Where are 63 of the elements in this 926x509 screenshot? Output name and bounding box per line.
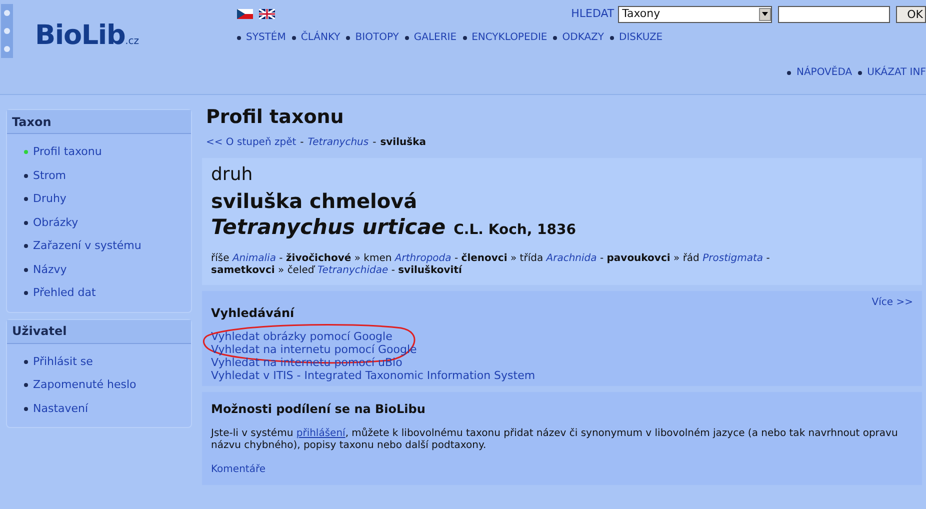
bullet-icon bbox=[237, 36, 241, 40]
author: C.L. Koch, 1836 bbox=[454, 220, 576, 240]
category-select[interactable]: Taxony bbox=[618, 6, 772, 22]
bullet-icon bbox=[553, 36, 558, 40]
taxon-link[interactable]: Tetranychidae bbox=[317, 264, 388, 276]
british-flag-icon[interactable] bbox=[259, 9, 275, 19]
nav-link[interactable]: UKÁZAT INF bbox=[867, 65, 926, 80]
nav-link[interactable]: DISKUZE bbox=[619, 30, 663, 45]
nav-link[interactable]: ČLÁNKY bbox=[300, 30, 340, 45]
share-text: Jste-li v systému přihlášení, můžete k libovolnému taxonu přidat název či synonymum v libovolném jazyce (a nebo tak navrhnout opravu názvu chybného), popisy taxonu nebo další podtaxony. bbox=[211, 428, 899, 452]
bullet-icon bbox=[404, 36, 409, 40]
more-link[interactable]: Více >> bbox=[872, 294, 913, 322]
taxon-link[interactable]: Prostigmata bbox=[702, 252, 764, 264]
comments-link[interactable]: Komentáře bbox=[211, 462, 266, 476]
sidebar-link[interactable]: Zapomenuté heslo bbox=[33, 377, 136, 394]
taxon-link[interactable]: Arachnida bbox=[546, 252, 597, 264]
panel-title: Vyhledávání bbox=[211, 304, 294, 322]
bullet-icon bbox=[787, 70, 792, 74]
panel-title: Možnosti podílení se na BioLibu bbox=[211, 400, 426, 418]
sidebar-link[interactable]: Strom bbox=[33, 168, 66, 184]
sidebar-link[interactable]: Přihlásit se bbox=[33, 354, 93, 370]
sidebar-link[interactable]: Přehled dat bbox=[33, 285, 96, 302]
search-label: HLEDAT bbox=[571, 6, 614, 22]
search-button[interactable]: OK bbox=[896, 6, 926, 22]
parent-link[interactable]: Tetranychus bbox=[308, 134, 369, 150]
bullet-icon bbox=[462, 36, 467, 40]
login-link[interactable]: přihlášení bbox=[296, 428, 346, 438]
current-taxon: sviluška bbox=[380, 136, 426, 150]
nav-link[interactable]: GALERIE bbox=[414, 30, 457, 45]
latin-name: Tetranychus urticae bbox=[211, 214, 446, 240]
bullet-icon bbox=[858, 70, 862, 74]
nav-link[interactable]: NÁPOVĚDA bbox=[796, 65, 852, 80]
separator: - bbox=[372, 136, 376, 150]
back-link[interactable]: << O stupeň zpět bbox=[206, 134, 296, 150]
nav-link[interactable]: ENCYKLOPEDIE bbox=[472, 30, 548, 45]
bullet-icon bbox=[292, 36, 296, 40]
panel-header: Uživatel bbox=[7, 320, 191, 344]
rank-label: druh bbox=[211, 164, 254, 186]
sidebar-link[interactable]: Obrázky bbox=[33, 214, 78, 231]
sidebar-link[interactable]: Nastavení bbox=[33, 400, 88, 417]
search-link[interactable]: Vyhledat obrázky pomocí Google bbox=[211, 330, 392, 342]
classification: říše Animalia - živočichové » kmen Arthropoda - členovci » třída Arachnida - pavoukovci » řád Prostigmata - sametkovci » čeleď Tetranychidae - sviluškovití bbox=[211, 252, 771, 276]
bullet-icon bbox=[610, 36, 614, 40]
separator: - bbox=[300, 136, 304, 150]
page-title: Profil taxonu bbox=[206, 105, 345, 130]
czech-name: sviluška chmelová bbox=[211, 188, 418, 214]
logo[interactable]: BioLib bbox=[35, 16, 126, 56]
logo-suffix: .cz bbox=[125, 35, 140, 49]
taxon-link[interactable]: Arthropoda bbox=[394, 252, 452, 264]
panel-header: Taxon bbox=[7, 110, 191, 134]
sidebar-link[interactable]: Druhy bbox=[33, 191, 66, 208]
search-field[interactable] bbox=[778, 6, 890, 22]
sidebar-link[interactable]: Profil taxonu bbox=[33, 144, 102, 160]
taxon-link[interactable]: Animalia bbox=[232, 252, 276, 264]
bullet-icon bbox=[346, 36, 350, 40]
nav-link[interactable]: ODKAZY bbox=[562, 30, 604, 45]
nav-link[interactable]: BIOTOPY bbox=[355, 30, 399, 45]
sidebar-link[interactable]: Zařazení v systému bbox=[33, 238, 142, 254]
search-link[interactable]: Vyhledat v ITIS - Integrated Taxonomic Information System bbox=[211, 368, 536, 382]
czech-flag-icon[interactable] bbox=[237, 9, 253, 19]
nav-link[interactable]: SYSTÉM bbox=[246, 30, 286, 45]
sidebar-link[interactable]: Názvy bbox=[33, 262, 67, 278]
logo-icon-strip bbox=[1, 4, 13, 58]
